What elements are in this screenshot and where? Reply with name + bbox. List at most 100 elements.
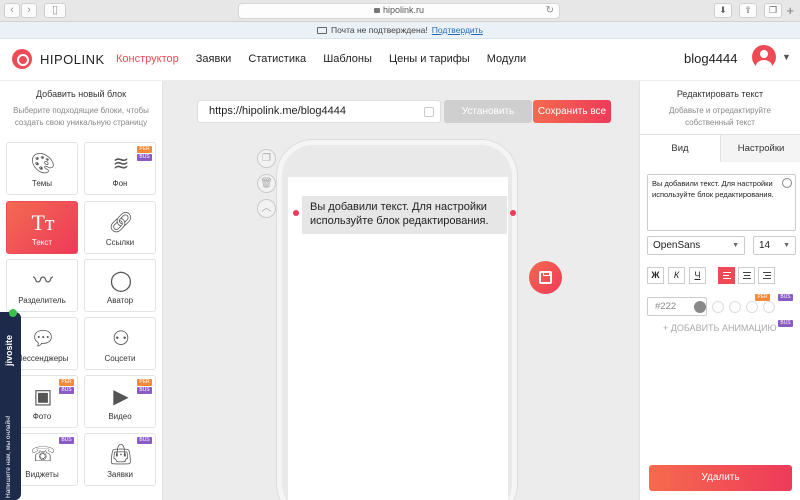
link-icon: 🔗︎	[108, 212, 134, 234]
resize-handle-left[interactable]	[293, 210, 299, 216]
add-animation-link[interactable]: + ДОБАВИТЬ АНИМАЦИЮ	[663, 323, 777, 333]
block-label: Темы	[31, 179, 53, 188]
nav-constructor[interactable]: Конструктор	[116, 53, 179, 65]
confirm-email-link[interactable]: Подтвердить	[432, 25, 483, 35]
text-color-value: #222	[655, 301, 677, 312]
add-block-title: Добавить новый блок	[35, 89, 127, 99]
trash-icon[interactable]: 🗑︎	[257, 174, 276, 193]
save-all-button[interactable]: Сохранить все	[533, 100, 611, 123]
avatar-icon: ◯	[109, 270, 133, 292]
chevron-down-icon[interactable]: ▼	[782, 52, 791, 62]
bus-badge: BUS	[59, 437, 74, 444]
bus-badge: BUS	[778, 320, 793, 327]
add-block-subtitle: Выберите подходящие блоки, чтобы создать…	[13, 106, 149, 127]
italic-button[interactable]: К	[668, 267, 685, 284]
block-themes[interactable]: 🎨︎ Темы	[6, 142, 78, 195]
per-badge: PER	[755, 294, 770, 301]
nav-templates[interactable]: Шаблоны	[323, 53, 372, 65]
block-requests[interactable]: 👜︎ BUS Заявки	[84, 433, 156, 486]
username[interactable]: blog4444	[684, 51, 738, 66]
block-label: Соцсети	[104, 354, 136, 363]
page-url-value: https://hipolink.me/blog4444	[209, 105, 346, 117]
block-text[interactable]: Tт Текст	[6, 201, 78, 254]
bold-button[interactable]: Ж	[647, 267, 664, 284]
forward-button[interactable]: ›	[21, 3, 37, 18]
page-url-input[interactable]: https://hipolink.me/blog4444	[197, 100, 441, 123]
save-floating-button[interactable]	[529, 261, 562, 294]
jivosite-chat-widget[interactable]: jivosite Напишите нам, мы онлайн!	[0, 309, 21, 500]
new-tab-icon[interactable]: +	[786, 4, 794, 17]
downloads-button[interactable]: ⬇	[714, 3, 732, 18]
tab-settings[interactable]: Настройки	[720, 135, 800, 162]
install-button[interactable]: Установить	[444, 100, 532, 123]
edit-text-subtitle: Добавьте и отредактируйте собственный те…	[669, 106, 771, 127]
save-disk-icon	[539, 271, 552, 284]
chevron-down-icon: ▼	[732, 242, 739, 249]
app-header: HIPOLINK Конструктор Заявки Статистика Ш…	[0, 39, 800, 81]
font-family-value: OpenSans	[653, 240, 701, 251]
bus-badge: BUS	[778, 294, 793, 301]
video-icon: ▶	[113, 386, 129, 408]
block-links[interactable]: 🔗︎ Ссылки	[84, 201, 156, 254]
emoji-icon[interactable]	[782, 178, 792, 188]
block-label: Заявки	[107, 470, 133, 479]
tabs-overview-button[interactable]: ❐	[764, 3, 782, 18]
brand-name[interactable]: HIPOLINK	[40, 52, 105, 67]
palette-icon: 🎨︎	[30, 153, 56, 175]
layers-icon: ≋	[112, 153, 130, 175]
preview-text-block[interactable]: Вы добавили текст. Для настройки использ…	[302, 196, 507, 234]
bus-badge: BUS	[137, 387, 152, 394]
edit-text-title: Редактировать текст	[676, 89, 764, 99]
hipolink-logo-icon[interactable]	[12, 49, 32, 69]
color-swatch-gray[interactable]	[694, 301, 706, 313]
reload-icon[interactable]: ↻	[546, 5, 554, 16]
delete-button[interactable]: Удалить	[649, 465, 792, 491]
text-icon: Tт	[31, 210, 55, 235]
divider-icon: 〰	[33, 270, 53, 292]
block-label: Видео	[108, 412, 132, 421]
chat-icon: 💬︎	[30, 328, 56, 350]
tab-view[interactable]: Вид	[640, 135, 720, 162]
copy-icon[interactable]	[424, 107, 434, 117]
block-label: Разделитель	[18, 296, 66, 305]
nav-statistics[interactable]: Статистика	[248, 53, 306, 65]
color-swatch[interactable]	[729, 301, 741, 313]
resize-handle-right[interactable]	[510, 210, 516, 216]
address-bar[interactable]: hipolink.ru ↻	[238, 3, 560, 19]
font-size-select[interactable]: 14 ▼	[753, 236, 796, 255]
jivosite-message: Напишите нам, мы онлайн!	[5, 415, 12, 498]
color-swatch[interactable]	[712, 301, 724, 313]
edit-text-panel: Редактировать текст Добавьте и отредакти…	[639, 81, 800, 500]
font-family-select[interactable]: OpenSans ▼	[647, 236, 745, 255]
align-right-button[interactable]	[758, 267, 775, 284]
nav-modules[interactable]: Модули	[487, 53, 526, 65]
text-content-input[interactable]: Вы добавили текст. Для настройки использ…	[647, 174, 796, 231]
bus-badge: BUS	[137, 154, 152, 161]
color-swatch[interactable]	[746, 301, 758, 313]
add-block-panel: Добавить новый блок Выберите подходящие …	[0, 81, 163, 500]
user-avatar-icon[interactable]	[752, 45, 776, 69]
jivosite-brand: jivosite	[4, 334, 14, 366]
sidebar-toggle-button[interactable]: ▯	[44, 3, 66, 18]
chevron-up-icon[interactable]: ︿	[257, 199, 276, 218]
align-center-button[interactable]	[738, 267, 755, 284]
block-video[interactable]: ▶ PER BUS Видео	[84, 375, 156, 428]
address-text: hipolink.ru	[382, 5, 425, 15]
edit-tabs: Вид Настройки	[640, 134, 800, 162]
nav-pricing[interactable]: Цены и тарифы	[389, 53, 470, 65]
share-button[interactable]: ⇪	[739, 3, 757, 18]
text-content-value: Вы добавили текст. Для настройки использ…	[652, 179, 774, 199]
block-label: Текст	[31, 238, 53, 247]
color-swatch[interactable]	[763, 301, 775, 313]
duplicate-icon[interactable]: ❐	[257, 149, 276, 168]
block-divider[interactable]: 〰 Разделитель	[6, 259, 78, 312]
block-background[interactable]: ≋ PER BUS Фон	[84, 142, 156, 195]
underline-button[interactable]: Ч	[689, 267, 706, 284]
lock-icon	[373, 8, 380, 13]
block-avatar[interactable]: ◯ Аватор	[84, 259, 156, 312]
block-social[interactable]: ⚇ Соцсети	[84, 317, 156, 370]
back-button[interactable]: ‹	[4, 3, 20, 18]
align-left-button[interactable]	[718, 267, 735, 284]
nav-requests[interactable]: Заявки	[196, 53, 232, 65]
photo-icon: ▣	[33, 386, 53, 408]
